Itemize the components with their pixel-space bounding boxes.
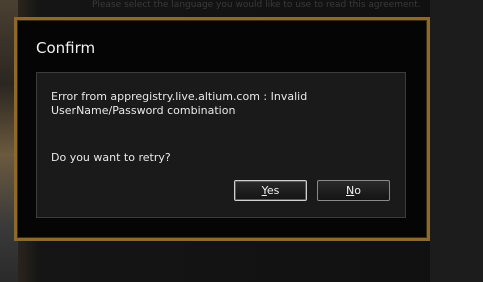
confirm-dialog: Confirm Error from appregistry.live.alti… bbox=[14, 17, 430, 241]
no-button-mnemonic: N bbox=[346, 184, 355, 197]
yes-button[interactable]: Yes bbox=[234, 180, 307, 201]
background-side-panel bbox=[430, 0, 483, 282]
retry-prompt: Do you want to retry? bbox=[51, 151, 171, 164]
error-message: Error from appregistry.live.altium.com :… bbox=[51, 90, 308, 117]
yes-button-label: es bbox=[266, 184, 280, 197]
no-button[interactable]: No bbox=[317, 180, 390, 201]
dialog-title: Confirm bbox=[36, 39, 96, 57]
no-button-label: o bbox=[354, 184, 361, 197]
background-instruction-text: Please select the language you would lik… bbox=[92, 0, 421, 10]
dialog-content-panel: Error from appregistry.live.altium.com :… bbox=[36, 72, 406, 218]
